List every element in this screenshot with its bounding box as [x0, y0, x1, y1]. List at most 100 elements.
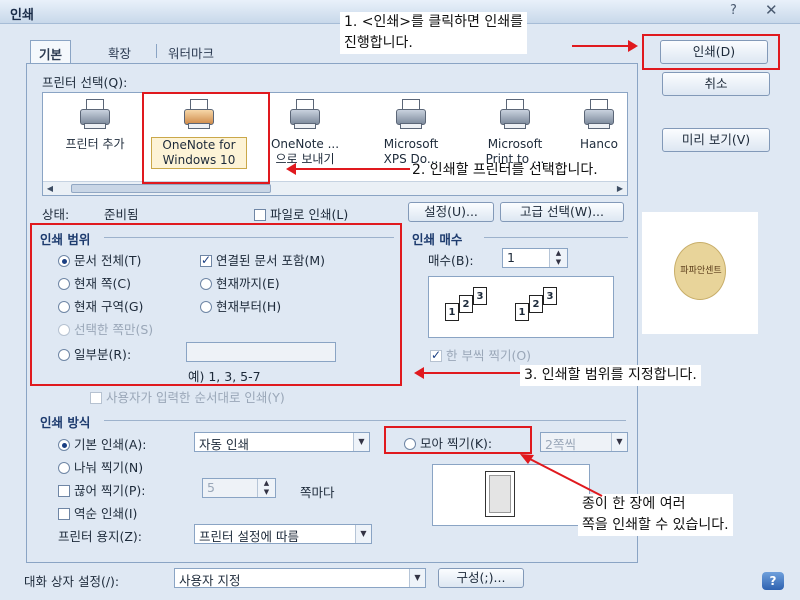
copies-spinner[interactable]: ▲ ▼	[549, 249, 567, 267]
checkbox-box[interactable]	[58, 508, 70, 520]
spin-down-icon[interactable]: ▼	[258, 488, 275, 497]
checkbox-label: 역순 인쇄(I)	[74, 506, 138, 521]
checkbox-label: 파일로 인쇄(L)	[270, 207, 349, 222]
paper-dropdown[interactable]: 프린터 설정에 따름 ▼	[194, 524, 372, 544]
printer-item-onenote-send[interactable]: OneNote ... 으로 보내기	[257, 99, 353, 167]
printer-item-xps[interactable]: Microsoft XPS Do...	[363, 99, 459, 167]
cut-pages-value: 5	[207, 480, 215, 495]
collate-checkbox[interactable]: 한 부씩 찍기(O)	[430, 345, 531, 364]
help-icon[interactable]: ?	[730, 3, 737, 18]
dropdown-value: 사용자 지정	[179, 573, 241, 588]
printer-icon	[288, 99, 322, 131]
chevron-down-icon[interactable]: ▼	[353, 433, 369, 451]
spin-up-icon[interactable]: ▲	[258, 479, 275, 488]
radio-dot[interactable]	[58, 439, 70, 451]
group-divider	[484, 237, 628, 238]
highlight-nup	[384, 426, 532, 454]
printer-icon	[582, 99, 616, 131]
nup-dropdown[interactable]: 2쪽씩 ▼	[540, 432, 628, 452]
cut-pages-input[interactable]: 5 ▲ ▼	[202, 478, 276, 498]
advanced-button[interactable]: 고급 선택(W)...	[500, 202, 624, 222]
annotation-text: 진행합니다.	[344, 35, 413, 51]
scroll-right-icon[interactable]: ▶	[613, 182, 627, 195]
paper-thumb	[485, 471, 515, 517]
stamp-seal: 파파안센트	[674, 242, 726, 300]
cut-spinner[interactable]: ▲ ▼	[257, 479, 275, 497]
annotation-1: 1. <인쇄>를 클릭하면 인쇄를 진행합니다.	[340, 12, 527, 54]
printer-select-label: 프린터 선택(Q):	[42, 75, 128, 90]
radio-label: 기본 인쇄(A):	[74, 437, 147, 452]
printer-icon	[498, 99, 532, 131]
annotation-4: 종이 한 장에 여러 쪽을 인쇄할 수 있습니다.	[578, 494, 733, 536]
checkbox-box[interactable]	[254, 209, 266, 221]
dialog-settings-dropdown[interactable]: 사용자 지정 ▼	[174, 568, 426, 588]
stamp-image: 파파안센트	[642, 212, 758, 334]
tab-basic[interactable]: 기본	[30, 40, 72, 64]
printer-item-pdf[interactable]: Microsoft Print to ...	[467, 99, 563, 167]
printer-icon	[394, 99, 428, 131]
dropdown-value: 프린터 설정에 따름	[199, 529, 299, 544]
page-thumb: 1	[445, 303, 459, 321]
spin-down-icon[interactable]: ▼	[550, 258, 567, 267]
status-value: 준비됨	[104, 207, 139, 222]
arrow-4	[520, 454, 603, 497]
page-thumb: 2	[459, 295, 473, 313]
tab-watermark[interactable]: 워터마크	[160, 40, 222, 62]
config-button[interactable]: 구성(;)...	[438, 568, 524, 588]
copies-input[interactable]: 1 ▲ ▼	[502, 248, 568, 268]
radio-split-print[interactable]: 나눠 찍기(N)	[58, 457, 143, 476]
add-printer-icon	[78, 99, 112, 131]
checkbox-label: 사용자가 입력한 순서대로 인쇄(Y)	[106, 390, 285, 405]
highlight-printer	[142, 92, 270, 184]
printer-item-hancom[interactable]: Hanco	[571, 99, 627, 152]
chevron-down-icon[interactable]: ▼	[409, 569, 425, 587]
printer-list-scrollbar[interactable]: ◀ ▶	[43, 181, 627, 195]
checkbox-box[interactable]	[90, 392, 102, 404]
help-circle-icon[interactable]: ?	[762, 572, 784, 590]
basic-print-dropdown[interactable]: 자동 인쇄 ▼	[194, 432, 370, 452]
settings-button[interactable]: 설정(U)...	[408, 202, 494, 222]
printer-item-add[interactable]: 프린터 추가	[49, 99, 141, 152]
checkbox-label: 한 부씩 찍기(O)	[446, 348, 532, 363]
highlight-print-button	[642, 34, 780, 70]
arrowhead-left-icon	[286, 163, 296, 175]
collate-preview: 1 2 3 1 2 3	[428, 276, 614, 338]
radio-basic-print[interactable]: 기본 인쇄(A):	[58, 434, 147, 453]
dialog-settings-label: 대화 상자 설정(/):	[24, 574, 120, 589]
checkbox-box[interactable]	[430, 348, 442, 362]
arrow-4-line	[527, 457, 603, 497]
close-icon[interactable]: ✕	[765, 1, 778, 19]
scroll-thumb[interactable]	[71, 184, 271, 193]
paper-label: 프린터 용지(Z):	[58, 529, 143, 544]
radio-dot[interactable]	[58, 462, 70, 474]
chevron-down-icon[interactable]: ▼	[355, 525, 371, 543]
printer-name: OneNote ... 으로 보내기	[270, 137, 340, 166]
per-page-label: 쪽마다	[300, 485, 335, 500]
user-order-checkbox[interactable]: 사용자가 입력한 순서대로 인쇄(Y)	[90, 387, 285, 406]
print-method-title: 인쇄 방식	[40, 415, 91, 430]
checkbox-box[interactable]	[58, 485, 70, 497]
dialog-title: 인쇄	[10, 8, 34, 23]
arrow-3	[424, 372, 520, 374]
preview-button[interactable]: 미리 보기(V)	[662, 128, 770, 152]
copies-label: 매수(B):	[428, 253, 474, 268]
arrow-1	[572, 45, 634, 47]
tab-extended[interactable]: 확장	[100, 40, 139, 62]
reverse-print-checkbox[interactable]: 역순 인쇄(I)	[58, 503, 137, 522]
status-label: 상태:	[42, 207, 70, 222]
stamp-text: 파파안센트	[680, 266, 722, 276]
page-thumb: 3	[473, 287, 487, 305]
checkbox-label: 끊어 찍기(P):	[74, 483, 146, 498]
arrowhead-left-icon	[414, 367, 424, 379]
printer-name: 프린터 추가	[65, 137, 125, 151]
cancel-button[interactable]: 취소	[662, 72, 770, 96]
scroll-left-icon[interactable]: ◀	[43, 182, 57, 195]
print-to-file-checkbox[interactable]: 파일로 인쇄(L)	[254, 204, 348, 223]
annotation-3: 3. 인쇄할 범위를 지정합니다.	[520, 365, 701, 386]
annotation-text: 1. <인쇄>를 클릭하면 인쇄를	[344, 14, 523, 30]
spin-up-icon[interactable]: ▲	[550, 249, 567, 258]
arrow-2	[294, 168, 410, 170]
chevron-down-icon[interactable]: ▼	[611, 433, 627, 451]
cut-print-checkbox[interactable]: 끊어 찍기(P):	[58, 480, 145, 499]
page-thumb: 2	[529, 295, 543, 313]
